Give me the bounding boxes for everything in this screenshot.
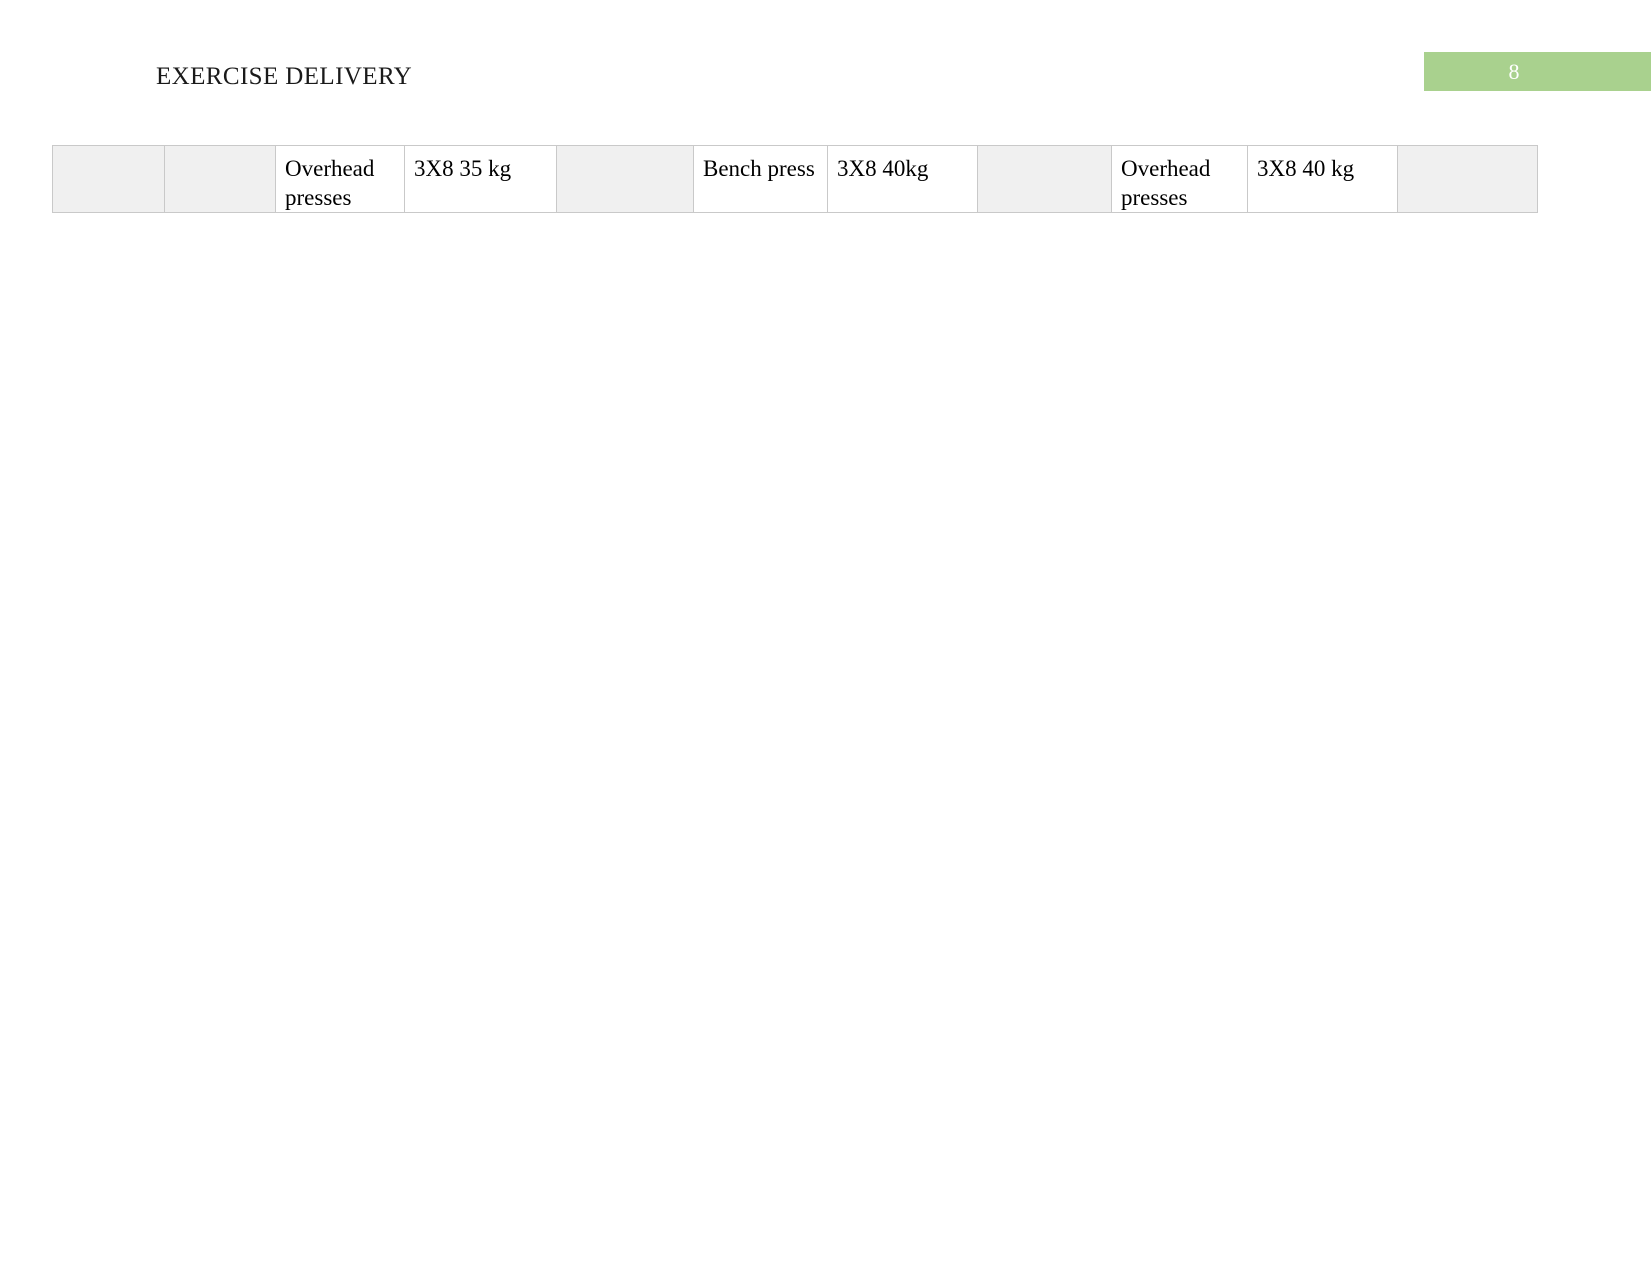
table-cell-empty[interactable]	[164, 145, 276, 213]
table-cell[interactable]: Bench press	[693, 145, 828, 213]
table-cell[interactable]: 3X8 35 kg	[404, 145, 557, 213]
table-cell-empty[interactable]	[52, 145, 165, 213]
table-cell-empty[interactable]	[556, 145, 694, 213]
table-cell-text: Overhead presses	[1121, 156, 1211, 210]
table-cell[interactable]: 3X8 40 kg	[1247, 145, 1398, 213]
exercise-table-container: Overhead presses 3X8 35 kg Bench press 3X8 …	[52, 145, 1538, 213]
page-number: 8	[1508, 59, 1520, 84]
table-cell-text	[566, 147, 684, 155]
page-header: EXERCISE DELIVERY 8	[0, 0, 1651, 130]
table-cell-text: 3X8 35 kg	[414, 156, 512, 181]
table-row: Overhead presses 3X8 35 kg Bench press 3X8 …	[52, 145, 1538, 213]
table-cell-text	[1407, 147, 1528, 155]
page-number-badge: 8	[1424, 52, 1651, 91]
table-cell[interactable]: Overhead presses	[275, 145, 405, 213]
table-cell[interactable]: 3X8 40kg	[827, 145, 978, 213]
table-cell-text	[987, 147, 1102, 155]
table-cell-text	[174, 147, 266, 155]
table-cell[interactable]: Overhead presses	[1111, 145, 1248, 213]
table-cell-text	[62, 147, 155, 155]
document-page: EXERCISE DELIVERY 8 Overhead presses 3X8 …	[0, 0, 1651, 1275]
exercise-table: Overhead presses 3X8 35 kg Bench press 3X8 …	[52, 145, 1538, 213]
page-title: EXERCISE DELIVERY	[156, 63, 413, 90]
table-cell-text: Bench press	[703, 156, 815, 181]
table-cell-text: 3X8 40 kg	[1257, 156, 1355, 181]
table-cell-text: Overhead presses	[285, 156, 375, 210]
table-cell-text: 3X8 40kg	[837, 156, 929, 181]
table-cell-empty[interactable]	[1397, 145, 1538, 213]
table-cell-empty[interactable]	[977, 145, 1112, 213]
